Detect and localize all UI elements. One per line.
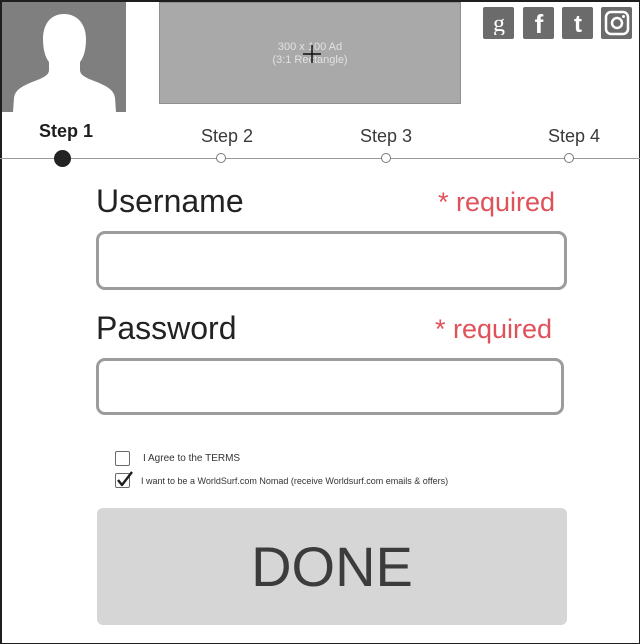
agree-terms-row[interactable]: I Agree to the TERMS: [115, 451, 240, 466]
nomad-optin-checkbox[interactable]: [115, 471, 133, 488]
done-button[interactable]: DONE: [97, 508, 567, 625]
step-2-dot[interactable]: [216, 153, 226, 163]
svg-text:t: t: [574, 11, 582, 36]
instagram-icon[interactable]: [601, 7, 632, 39]
step-4-dot[interactable]: [564, 153, 574, 163]
step-2-label[interactable]: Step 2: [182, 126, 272, 147]
password-required-label: * required: [435, 314, 553, 344]
svg-text:g: g: [493, 11, 505, 35]
step-4-label[interactable]: Step 4: [529, 126, 619, 147]
username-label: Username: [96, 183, 244, 219]
password-field[interactable]: [96, 358, 564, 415]
agree-terms-checkbox[interactable]: [115, 451, 130, 466]
facebook-icon[interactable]: f: [523, 7, 554, 39]
ad-placeholder[interactable]: 300 x 100 Ad (3:1 Rectangle): [159, 2, 461, 104]
google-plus-icon[interactable]: g: [483, 7, 514, 39]
twitter-icon[interactable]: t: [562, 7, 593, 39]
nomad-optin-row[interactable]: I want to be a WorldSurf.com Nomad (rece…: [115, 471, 449, 488]
step-1-dot[interactable]: [54, 150, 71, 167]
username-field[interactable]: [96, 231, 567, 290]
step-3-dot[interactable]: [381, 153, 391, 163]
step-1-label[interactable]: Step 1: [21, 121, 111, 142]
agree-terms-label: I Agree to the TERMS: [143, 453, 241, 464]
username-required-label: * required: [438, 187, 556, 217]
user-silhouette-icon: [13, 14, 116, 112]
step-progress-line: [0, 158, 640, 159]
step-3-label[interactable]: Step 3: [341, 126, 431, 147]
nomad-optin-label: I want to be a WorldSurf.com Nomad (rece…: [141, 475, 449, 486]
avatar: [2, 2, 126, 112]
checkmark-icon: [117, 471, 133, 487]
svg-text:f: f: [534, 10, 543, 36]
password-label: Password: [96, 310, 237, 346]
crosshair-icon: [303, 45, 321, 63]
